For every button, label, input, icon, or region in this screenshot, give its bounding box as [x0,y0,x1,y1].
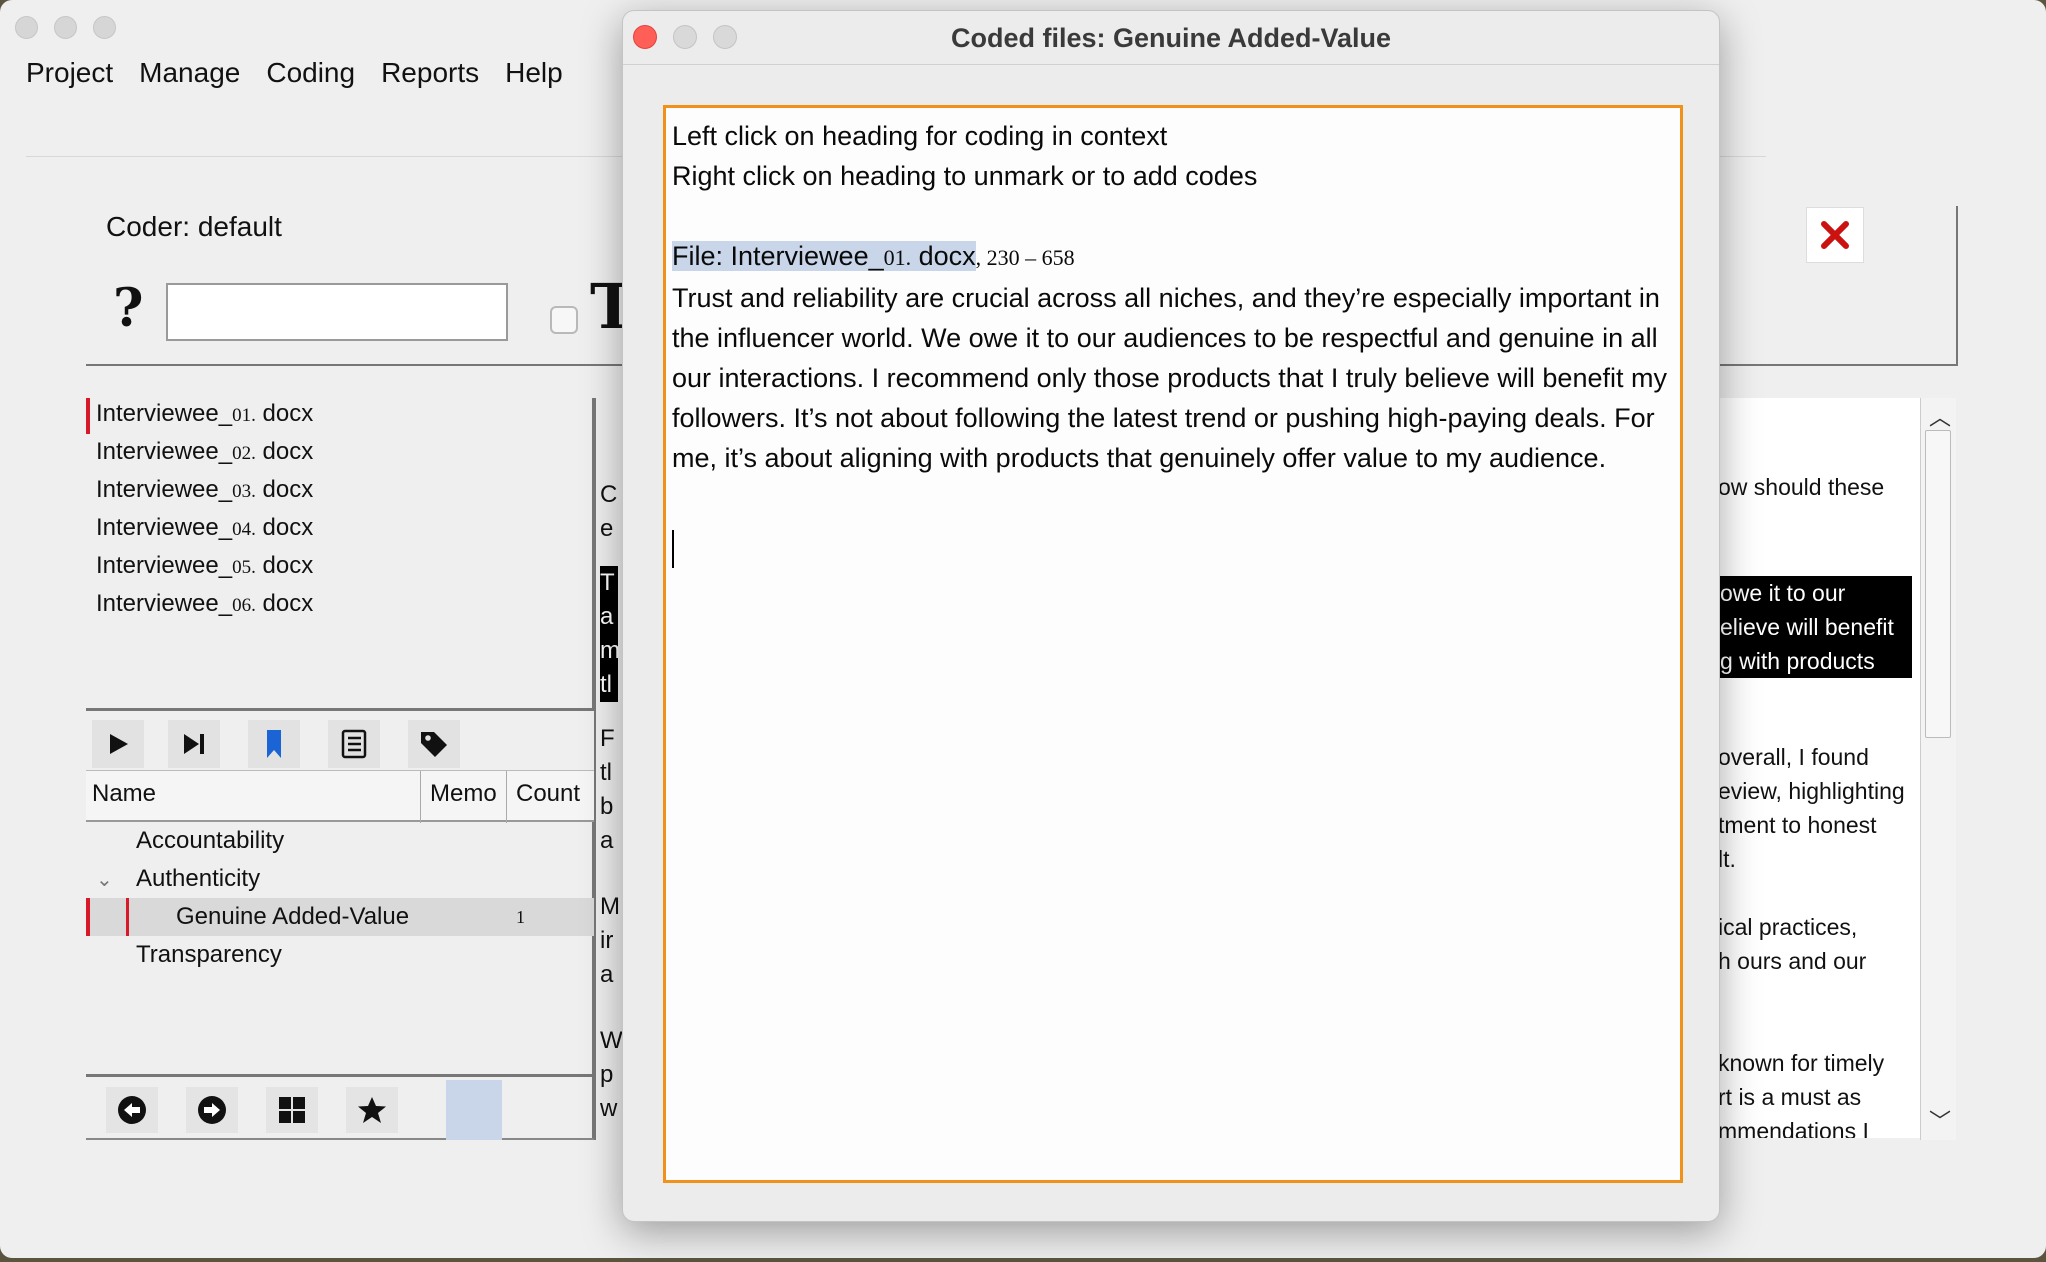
back-arrow-icon[interactable] [106,1087,158,1133]
menu-help[interactable]: Help [505,57,563,89]
code-row-transparency[interactable]: Transparency [86,936,594,974]
skip-next-icon[interactable] [168,720,220,768]
text-line: ical practices, [1718,914,1858,940]
dialog-titlebar[interactable]: Coded files: Genuine Added-Value [623,11,1719,65]
code-row-authenticity[interactable]: ⌄ Authenticity [86,860,594,898]
file-item-06[interactable]: Interviewee_06. docx [86,586,596,624]
active-marker [86,898,90,936]
document-text-view[interactable]: ow should these owe it to our elieve wil… [1718,398,1930,1138]
color-swatch[interactable] [446,1080,502,1140]
coded-files-dialog: Coded files: Genuine Added-Value Left cl… [622,10,1720,1222]
menu-reports[interactable]: Reports [381,57,479,89]
code-row-genuine-added-value[interactable]: Genuine Added-Value 1 [86,898,594,936]
forward-arrow-icon[interactable] [186,1087,238,1133]
file-item-03[interactable]: Interviewee_03. docx [86,472,596,510]
text-line: eview, highlighting [1718,778,1905,804]
vertical-scrollbar[interactable]: ︿ ﹀ [1920,398,1956,1140]
text-line: lt. [1718,846,1736,872]
memo-list-icon[interactable] [328,720,380,768]
text-line: rt is a must as [1718,1084,1862,1110]
column-name[interactable]: Name [92,780,156,808]
code-name: Accountability [136,827,285,854]
file-list: Interviewee_01. docx Interviewee_02. doc… [86,396,596,624]
star-icon[interactable] [346,1087,398,1133]
header-divider [86,364,626,366]
column-memo[interactable]: Memo [430,780,497,808]
scroll-up-icon[interactable]: ︿ [1929,400,1951,432]
close-icon[interactable] [1806,207,1864,263]
code-name: Authenticity [136,865,261,892]
code-count: 1 [516,907,525,927]
code-toolbar [86,708,594,770]
help-icon[interactable]: ? [113,283,143,335]
text-line: overall, I found [1718,744,1869,770]
options-checkbox[interactable] [550,306,578,334]
scrollbar-thumb[interactable] [1925,430,1951,738]
bookmark-icon[interactable] [248,720,300,768]
menu-bar: Project Manage Coding Reports Help [26,57,563,89]
file-item-05[interactable]: Interviewee_05. docx [86,548,596,586]
right-divider [1718,364,1958,366]
text-line: h ours and our [1718,948,1867,974]
file-heading[interactable]: File: Interviewee_01. docx, 230 – 658 [672,236,1674,278]
text-line: tment to honest [1718,812,1877,838]
code-color-marker [126,898,129,936]
bottom-toolbar [86,1074,594,1140]
code-row-accountability[interactable]: Accountability [86,822,594,860]
instruction-line-1: Left click on heading for coding in cont… [672,121,1168,151]
window-minimize-button[interactable] [54,16,77,39]
right-panel-edge [1956,206,1958,366]
dialog-title: Coded files: Genuine Added-Value [950,23,1392,53]
text-line: mmendations I [1718,1118,1869,1138]
window-close-button[interactable] [15,16,38,39]
file-item-02[interactable]: Interviewee_02. docx [86,434,596,472]
tag-icon[interactable] [408,720,460,768]
code-name: Genuine Added-Value [176,903,410,930]
instruction-line-2: Right click on heading to unmark or to a… [672,161,1258,191]
coded-text-view[interactable]: Left click on heading for coding in cont… [663,105,1683,1183]
scroll-down-icon[interactable]: ﹀ [1929,1104,1951,1136]
coder-label: Coder: default [106,211,282,242]
file-item-01[interactable]: Interviewee_01. docx [86,396,596,434]
text-line: known for timely [1718,1050,1885,1076]
text-line: ow should these [1718,474,1885,500]
file-range: , 230 – 658 [975,245,1075,270]
file-item-04[interactable]: Interviewee_04. docx [86,510,596,548]
code-tree: Name Memo Count Accountability ⌄ Authent… [86,770,594,974]
menu-manage[interactable]: Manage [139,57,240,89]
code-tree-header: Name Memo Count [86,770,594,823]
window-zoom-button[interactable] [93,16,116,39]
coded-text-highlight: owe it to our elieve will benefit g with… [1718,576,1912,678]
play-icon[interactable] [92,720,144,768]
coded-segment-text: Trust and reliability are crucial across… [672,283,1667,473]
text-cursor [672,530,674,568]
file-heading-link[interactable]: File: Interviewee_01. docx [672,241,976,271]
chevron-down-icon[interactable]: ⌄ [96,861,113,899]
menu-project[interactable]: Project [26,57,113,89]
column-count[interactable]: Count [516,780,580,808]
code-name: Transparency [136,941,282,968]
doc-fragment-highlight: T a m tl [600,566,620,702]
grid-icon[interactable] [266,1087,318,1133]
menu-coding[interactable]: Coding [266,57,355,89]
search-input[interactable] [166,283,508,341]
